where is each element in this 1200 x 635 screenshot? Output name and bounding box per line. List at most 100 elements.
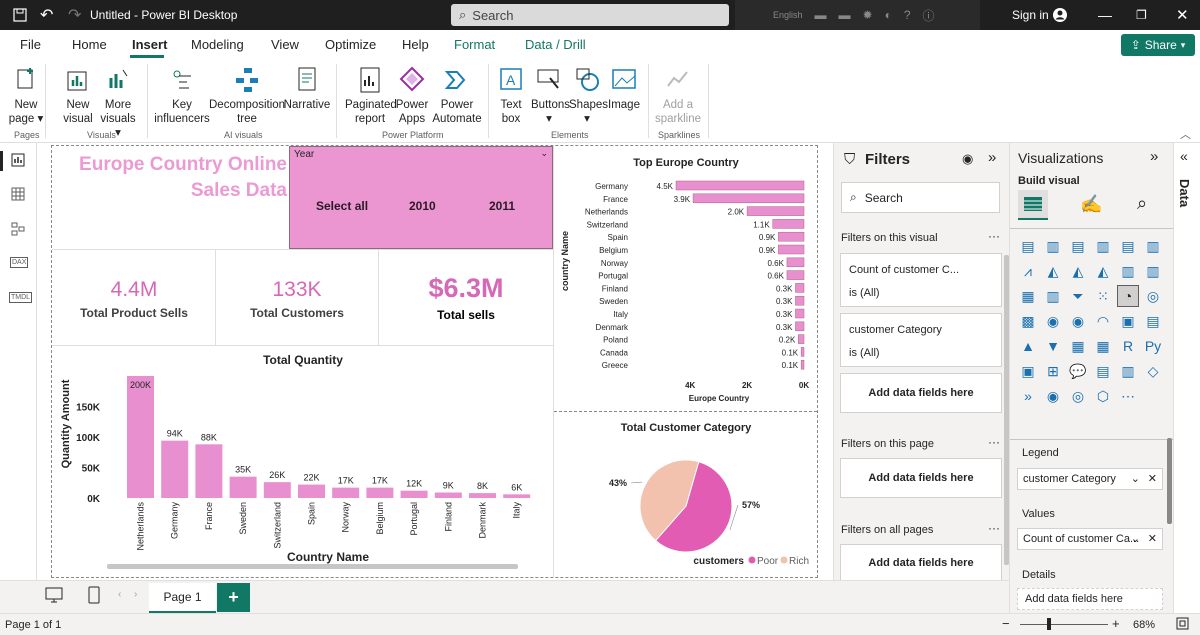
filter-search-input[interactable]: ⌕ Search	[841, 182, 1000, 213]
tab-modeling[interactable]: Modeling	[191, 37, 244, 52]
area-visual-icon[interactable]: ◭	[1043, 261, 1063, 281]
chevron-down-icon[interactable]: ⌄	[540, 148, 548, 159]
zoom-out-icon[interactable]: −	[1002, 616, 1010, 631]
restore-icon[interactable]: ❐	[1136, 0, 1147, 30]
more-options-icon[interactable]: ···	[988, 521, 1000, 535]
info-icon[interactable]: ⓘ	[923, 7, 935, 24]
model-view-icon[interactable]	[11, 222, 25, 241]
chevron-down-icon[interactable]: ⌄	[1131, 472, 1140, 485]
paginated-report-button[interactable]: Paginated report	[345, 66, 397, 126]
scrollbar[interactable]	[1167, 438, 1172, 524]
slicer-item-select-all[interactable]: Select all	[316, 199, 368, 213]
analytics-icon[interactable]: ⌕	[1137, 193, 1147, 214]
stacked-area-visual-icon[interactable]: ◭	[1068, 261, 1088, 281]
card-visual-icon[interactable]: ▣	[1118, 311, 1138, 331]
build-visual-tab[interactable]	[1018, 190, 1048, 220]
donut-visual-icon[interactable]: ◎	[1143, 286, 1163, 306]
new-visual-button[interactable]: New visual	[62, 66, 94, 126]
decomposition-visual-icon[interactable]: ⊞	[1043, 361, 1063, 381]
add-data-fields-dropzone[interactable]: Add data fields here	[840, 458, 1002, 498]
r-visual-visual-icon[interactable]: R	[1118, 336, 1138, 356]
pie-visual-icon[interactable]: ◔	[1117, 285, 1139, 307]
power-apps-visual-icon[interactable]: ◇	[1143, 361, 1163, 381]
tab-home[interactable]: Home	[72, 37, 107, 52]
arcgis-map-visual-icon[interactable]: ◎	[1068, 386, 1088, 406]
waterfall-visual-icon[interactable]: ▥	[1043, 286, 1063, 306]
close-icon[interactable]: ✕	[1176, 0, 1189, 30]
format-visual-icon[interactable]: ✍	[1080, 194, 1102, 215]
custom-visual-icon[interactable]: ⬡	[1093, 386, 1113, 406]
account-icon[interactable]	[1052, 0, 1068, 30]
zoom-slider[interactable]	[1020, 624, 1108, 625]
next-page-icon[interactable]: ›	[134, 589, 137, 600]
search-box[interactable]: ⌕ Search	[451, 4, 729, 26]
filter-card[interactable]: customer Category is (All)	[840, 313, 1002, 367]
customer-category-pie-chart[interactable]: Total Customer Category 57% 43% customers Po…	[554, 412, 817, 578]
mobile-layout-icon[interactable]	[88, 586, 100, 609]
line-visual-icon[interactable]: ⩘	[1018, 261, 1038, 281]
previous-page-icon[interactable]: ‹	[118, 589, 121, 600]
chevron-down-icon[interactable]: ⌄	[1131, 532, 1140, 545]
collapse-ribbon-icon[interactable]: ︿	[1180, 126, 1191, 142]
total-quantity-chart[interactable]: Total Quantity Quantity Amount 0K 50K 100K 15…	[52, 346, 553, 578]
100-stacked-column-visual-icon[interactable]: ▥	[1143, 236, 1163, 256]
key-influencers-button[interactable]: Key influencers	[154, 66, 210, 126]
slicer-item-2011[interactable]: 2011	[489, 199, 515, 213]
details-dropzone[interactable]: Add data fields here	[1017, 588, 1163, 610]
tab-insert[interactable]: Insert	[132, 37, 167, 52]
legend-field[interactable]: customer Category ⌄ ✕	[1017, 468, 1163, 490]
more-visuals-button[interactable]: More visuals ▾	[100, 66, 136, 140]
ribbon-visual-icon[interactable]: ▦	[1018, 286, 1038, 306]
dax-query-view-icon[interactable]: DAX	[10, 257, 29, 268]
filled-map-visual-icon[interactable]: ◉	[1068, 311, 1088, 331]
table-visual-icon[interactable]: ▦	[1068, 336, 1088, 356]
line-clustered-column-visual-icon[interactable]: ▥	[1143, 261, 1163, 281]
text-box-button[interactable]: A Text box	[496, 66, 526, 126]
treemap-visual-icon[interactable]: ▩	[1018, 311, 1038, 331]
gauge-visual-icon[interactable]: ◠	[1093, 311, 1113, 331]
fit-to-page-icon[interactable]	[1176, 617, 1189, 633]
stacked-bar-visual-icon[interactable]: ▤	[1018, 236, 1038, 256]
image-button[interactable]: Image	[607, 66, 641, 112]
close-icon[interactable]: ✕	[1148, 472, 1157, 485]
kpi-card[interactable]: $6.3M Total sells	[380, 273, 552, 322]
100-stacked-bar-visual-icon[interactable]: ▤	[1118, 236, 1138, 256]
power-automate-button[interactable]: Power Automate	[432, 66, 482, 126]
narrative-button[interactable]: Narrative	[283, 66, 331, 112]
eye-icon[interactable]: ◉	[962, 151, 973, 167]
map-visual-icon[interactable]: ◉	[1043, 311, 1063, 331]
multi-row-card-visual-icon[interactable]: ▤	[1143, 311, 1163, 331]
values-field[interactable]: Count of customer Ca... ⌄ ✕	[1017, 528, 1163, 550]
tmdl-view-icon[interactable]: TMDL	[9, 292, 33, 303]
scatter-visual-icon[interactable]: ⁙	[1093, 286, 1113, 306]
sign-in-link[interactable]: Sign in	[1012, 0, 1049, 30]
tool-icon[interactable]: ▬	[815, 8, 827, 22]
funnel-visual-icon[interactable]: ⏷	[1068, 286, 1088, 306]
shapes-button[interactable]: Shapes ▾	[569, 66, 608, 126]
undo-icon[interactable]: ↶	[40, 0, 53, 30]
collapse-pane-icon[interactable]: »	[988, 149, 996, 166]
slicer-item-2010[interactable]: 2010	[409, 199, 436, 213]
edge-icon[interactable]: ◐	[885, 8, 892, 22]
key-influencers-visual-icon[interactable]: ▣	[1018, 361, 1038, 381]
kpi-card[interactable]: 133K Total Customers	[218, 278, 376, 320]
tool-icon[interactable]: ▬	[839, 8, 851, 22]
more-visual-icon[interactable]: ⋯	[1118, 386, 1138, 406]
more-options-icon[interactable]: ···	[988, 229, 1000, 243]
tab-data-drill[interactable]: Data / Drill	[525, 37, 586, 52]
kpi-visual-icon[interactable]: ▲	[1018, 336, 1038, 356]
new-page-button[interactable]: New page ▾	[8, 66, 44, 126]
decomposition-tree-button[interactable]: Decomposition tree	[209, 66, 285, 126]
gear-icon[interactable]: ✹	[863, 8, 873, 22]
tab-file[interactable]: File	[20, 37, 41, 52]
help-icon[interactable]: ?	[904, 8, 911, 22]
year-slicer[interactable]: Year ⌄ Select all 2010 2011	[289, 146, 553, 249]
close-icon[interactable]: ✕	[1148, 532, 1157, 545]
minimize-icon[interactable]: —	[1098, 0, 1112, 30]
power-apps-button[interactable]: Power Apps	[395, 66, 429, 126]
clustered-bar-visual-icon[interactable]: ▤	[1068, 236, 1088, 256]
tab-optimize[interactable]: Optimize	[325, 37, 376, 52]
more-options-icon[interactable]: ···	[988, 435, 1000, 449]
line-stacked-column-visual-icon[interactable]: ▥	[1118, 261, 1138, 281]
page-tab[interactable]: Page 1	[149, 583, 216, 614]
